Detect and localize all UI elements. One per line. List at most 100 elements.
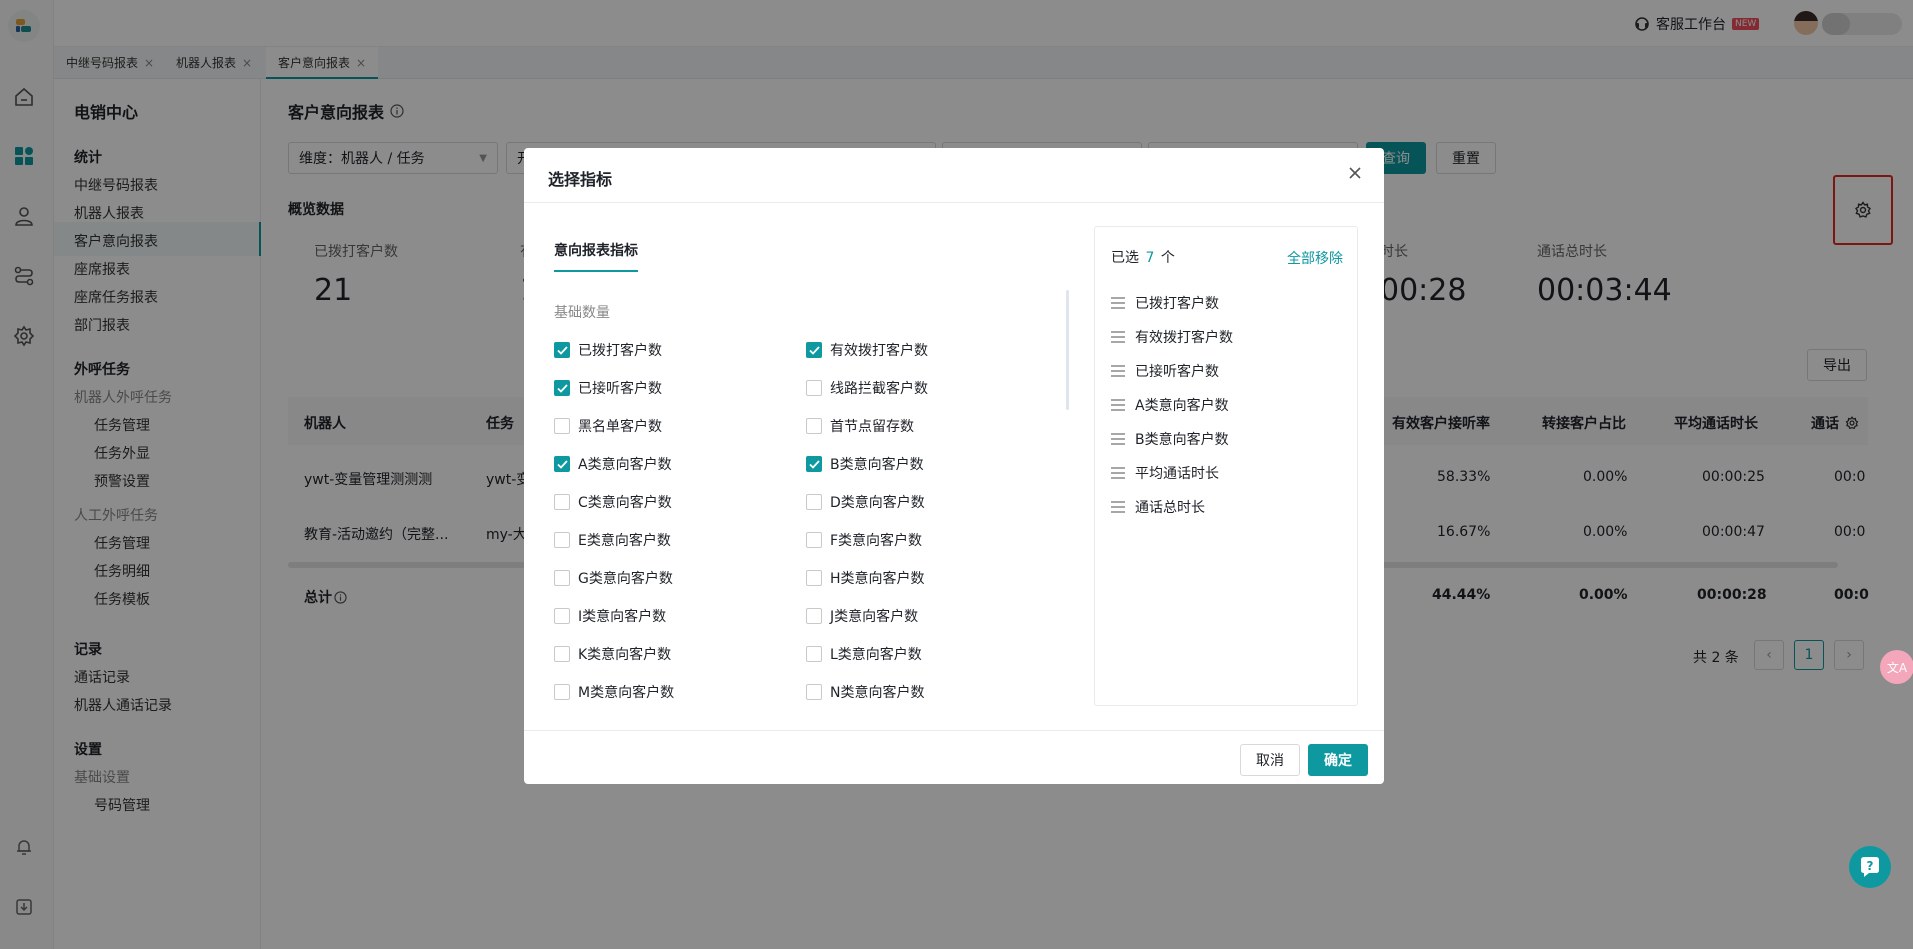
selected-suffix: 个 bbox=[1160, 250, 1175, 266]
checkbox-icon[interactable] bbox=[806, 494, 822, 510]
metric-option[interactable]: C类意向客户数 bbox=[554, 492, 672, 512]
metric-option-label: E类意向客户数 bbox=[578, 533, 671, 549]
selected-item[interactable]: 平均通话时长 bbox=[1111, 463, 1219, 483]
metric-option[interactable]: 已拨打客户数 bbox=[554, 340, 662, 360]
svg-text:?: ? bbox=[1867, 859, 1874, 873]
metric-option[interactable]: K类意向客户数 bbox=[554, 644, 671, 664]
metric-option-label: J类意向客户数 bbox=[830, 609, 919, 625]
checkbox-icon[interactable] bbox=[806, 570, 822, 586]
checkbox-icon[interactable] bbox=[554, 646, 570, 662]
drag-handle-icon[interactable] bbox=[1111, 399, 1125, 411]
close-icon[interactable] bbox=[1344, 162, 1366, 184]
metric-option[interactable]: B类意向客户数 bbox=[806, 454, 924, 474]
metric-option[interactable]: 首节点留存数 bbox=[806, 416, 914, 436]
checkbox-icon[interactable] bbox=[806, 418, 822, 434]
checkbox-icon[interactable] bbox=[806, 646, 822, 662]
checkbox-checked-icon[interactable] bbox=[554, 380, 570, 396]
selected-item-label: 平均通话时长 bbox=[1135, 466, 1219, 482]
metric-option[interactable]: L类意向客户数 bbox=[806, 644, 922, 664]
selected-item[interactable]: 通话总时长 bbox=[1111, 497, 1205, 517]
selected-count: 7 bbox=[1145, 250, 1155, 266]
help-button[interactable]: ? bbox=[1849, 846, 1891, 888]
metric-option[interactable]: N类意向客户数 bbox=[806, 682, 924, 702]
metric-option-label: F类意向客户数 bbox=[830, 533, 923, 549]
metric-option[interactable]: G类意向客户数 bbox=[554, 568, 673, 588]
selected-item-label: 已接听客户数 bbox=[1135, 364, 1219, 380]
metric-option[interactable]: M类意向客户数 bbox=[554, 682, 674, 702]
dialog-header-divider bbox=[524, 202, 1384, 203]
translate-widget[interactable]: 文A bbox=[1880, 650, 1913, 684]
metric-option-label: A类意向客户数 bbox=[578, 457, 672, 473]
metric-option[interactable]: J类意向客户数 bbox=[806, 606, 918, 626]
selected-item[interactable]: B类意向客户数 bbox=[1111, 429, 1229, 449]
metric-option[interactable]: I类意向客户数 bbox=[554, 606, 666, 626]
selected-count-text: 已选 7 个 bbox=[1111, 247, 1175, 267]
metric-option[interactable]: H类意向客户数 bbox=[806, 568, 925, 588]
metric-option-label: N类意向客户数 bbox=[830, 685, 925, 701]
checkbox-icon[interactable] bbox=[554, 494, 570, 510]
checkbox-icon[interactable] bbox=[554, 532, 570, 548]
selected-item[interactable]: 有效拨打客户数 bbox=[1111, 327, 1233, 347]
metric-option-label: 已接听客户数 bbox=[578, 381, 662, 397]
checkbox-icon[interactable] bbox=[806, 380, 822, 396]
checkbox-icon[interactable] bbox=[806, 608, 822, 624]
metric-option-label: 首节点留存数 bbox=[830, 419, 914, 435]
drag-handle-icon[interactable] bbox=[1111, 467, 1125, 479]
selected-item-label: A类意向客户数 bbox=[1135, 398, 1229, 414]
metric-option[interactable]: 线路拦截客户数 bbox=[806, 378, 928, 398]
metric-option[interactable]: A类意向客户数 bbox=[554, 454, 672, 474]
selected-item-label: 有效拨打客户数 bbox=[1135, 330, 1233, 346]
metric-option-label: K类意向客户数 bbox=[578, 647, 672, 663]
help-icon: ? bbox=[1861, 857, 1879, 877]
selected-item-label: B类意向客户数 bbox=[1135, 432, 1229, 448]
metric-option[interactable]: F类意向客户数 bbox=[806, 530, 922, 550]
metric-option-label: 黑名单客户数 bbox=[578, 419, 662, 435]
metric-option-label: B类意向客户数 bbox=[830, 457, 924, 473]
metric-option-label: 已拨打客户数 bbox=[578, 343, 662, 359]
metric-option-label: G类意向客户数 bbox=[578, 571, 673, 587]
metric-option[interactable]: E类意向客户数 bbox=[554, 530, 671, 550]
checkbox-checked-icon[interactable] bbox=[806, 456, 822, 472]
metric-option-label: M类意向客户数 bbox=[578, 685, 675, 701]
dialog-title: 选择指标 bbox=[548, 170, 613, 189]
select-metrics-dialog: 选择指标 意向报表指标 基础数量 已拨打客户数 有效拨打客户数 已接听客户数 线路拦截… bbox=[524, 148, 1384, 784]
dialog-footer-divider bbox=[524, 730, 1384, 731]
remove-all-button[interactable]: 全部移除 bbox=[1287, 248, 1343, 268]
drag-handle-icon[interactable] bbox=[1111, 365, 1125, 377]
metric-option-label: 线路拦截客户数 bbox=[830, 381, 928, 397]
cancel-button[interactable]: 取消 bbox=[1240, 744, 1300, 776]
checkbox-icon[interactable] bbox=[554, 608, 570, 624]
checkbox-icon[interactable] bbox=[554, 570, 570, 586]
metric-option-label: C类意向客户数 bbox=[578, 495, 672, 511]
confirm-button[interactable]: 确定 bbox=[1308, 744, 1368, 776]
selected-item-label: 通话总时长 bbox=[1135, 500, 1205, 516]
metric-option-label: L类意向客户数 bbox=[830, 647, 922, 663]
checkbox-icon[interactable] bbox=[806, 684, 822, 700]
selected-prefix: 已选 bbox=[1111, 250, 1139, 266]
drag-handle-icon[interactable] bbox=[1111, 297, 1125, 309]
checkbox-icon[interactable] bbox=[554, 418, 570, 434]
options-scrollbar[interactable] bbox=[1066, 290, 1069, 410]
drag-handle-icon[interactable] bbox=[1111, 331, 1125, 343]
selected-item[interactable]: A类意向客户数 bbox=[1111, 395, 1229, 415]
metric-option-label: H类意向客户数 bbox=[830, 571, 925, 587]
selected-item-label: 已拨打客户数 bbox=[1135, 296, 1219, 312]
checkbox-checked-icon[interactable] bbox=[554, 456, 570, 472]
selected-item[interactable]: 已拨打客户数 bbox=[1111, 293, 1219, 313]
metric-option-label: D类意向客户数 bbox=[830, 495, 925, 511]
group-basic-count: 基础数量 bbox=[554, 305, 610, 321]
checkbox-icon[interactable] bbox=[554, 684, 570, 700]
metric-option[interactable]: 黑名单客户数 bbox=[554, 416, 662, 436]
tab-intent-metrics[interactable]: 意向报表指标 bbox=[554, 240, 638, 272]
checkbox-icon[interactable] bbox=[806, 532, 822, 548]
selected-item[interactable]: 已接听客户数 bbox=[1111, 361, 1219, 381]
drag-handle-icon[interactable] bbox=[1111, 501, 1125, 513]
metric-option[interactable]: 有效拨打客户数 bbox=[806, 340, 928, 360]
metric-option[interactable]: D类意向客户数 bbox=[806, 492, 925, 512]
metric-option-label: I类意向客户数 bbox=[578, 609, 667, 625]
drag-handle-icon[interactable] bbox=[1111, 433, 1125, 445]
checkbox-checked-icon[interactable] bbox=[554, 342, 570, 358]
selected-panel: 已选 7 个 全部移除 已拨打客户数 有效拨打客户数 已接听客户数 A类意向客户数 B类… bbox=[1094, 226, 1358, 706]
metric-option[interactable]: 已接听客户数 bbox=[554, 378, 662, 398]
checkbox-checked-icon[interactable] bbox=[806, 342, 822, 358]
